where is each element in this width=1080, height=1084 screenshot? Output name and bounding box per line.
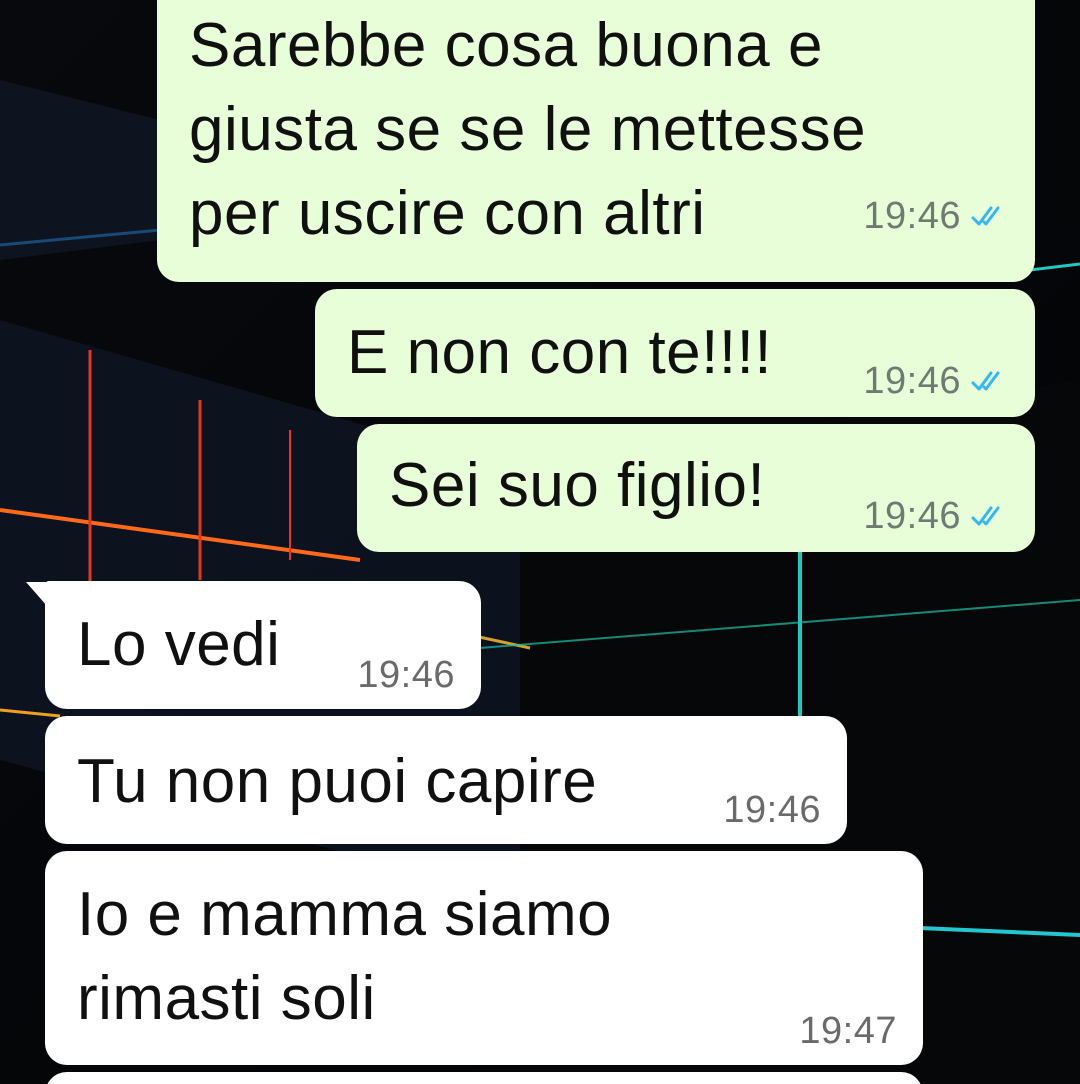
message-time: 19:46 (863, 495, 961, 537)
message-text: Tu non puoi capire (77, 747, 598, 816)
double-check-icon (971, 371, 1000, 391)
message-time: 19:47 (799, 1010, 897, 1052)
incoming-message[interactable]: Lo vedi 19:46 (45, 581, 481, 709)
outgoing-message[interactable]: E non con te!!!! 19:46 (315, 289, 1035, 417)
message-text: E non con te!!!! (347, 318, 773, 387)
message-meta: 19:46 (723, 790, 821, 830)
message-time: 19:46 (357, 654, 455, 696)
message-meta: 19:46 (863, 361, 1009, 401)
incoming-message[interactable]: Io e mamma siamo rimasti soli 19:47 (45, 851, 923, 1065)
message-text: Lo vedi (77, 610, 281, 679)
double-check-icon (971, 206, 1000, 226)
message-time: 19:46 (863, 360, 961, 402)
double-check-icon (971, 506, 1000, 526)
message-meta: 19:46 (863, 196, 1009, 236)
message-meta: 19:47 (799, 1011, 897, 1051)
message-text: Sarebbe cosa buona e giusta se se le met… (189, 11, 867, 248)
message-text: Io e mamma siamo rimasti soli (77, 880, 613, 1033)
message-time: 19:46 (863, 195, 961, 237)
outgoing-message[interactable]: Sei suo figlio! 19:46 (357, 424, 1035, 552)
incoming-message[interactable]: Tu non puoi capire 19:46 (45, 716, 847, 844)
incoming-message-partial[interactable] (45, 1072, 923, 1084)
message-time: 19:46 (723, 789, 821, 831)
message-meta: 19:46 (863, 496, 1009, 536)
message-meta: 19:46 (357, 655, 455, 695)
outgoing-message[interactable]: Sarebbe cosa buona e giusta se se le met… (157, 0, 1035, 282)
message-text: Sei suo figlio! (389, 451, 766, 520)
